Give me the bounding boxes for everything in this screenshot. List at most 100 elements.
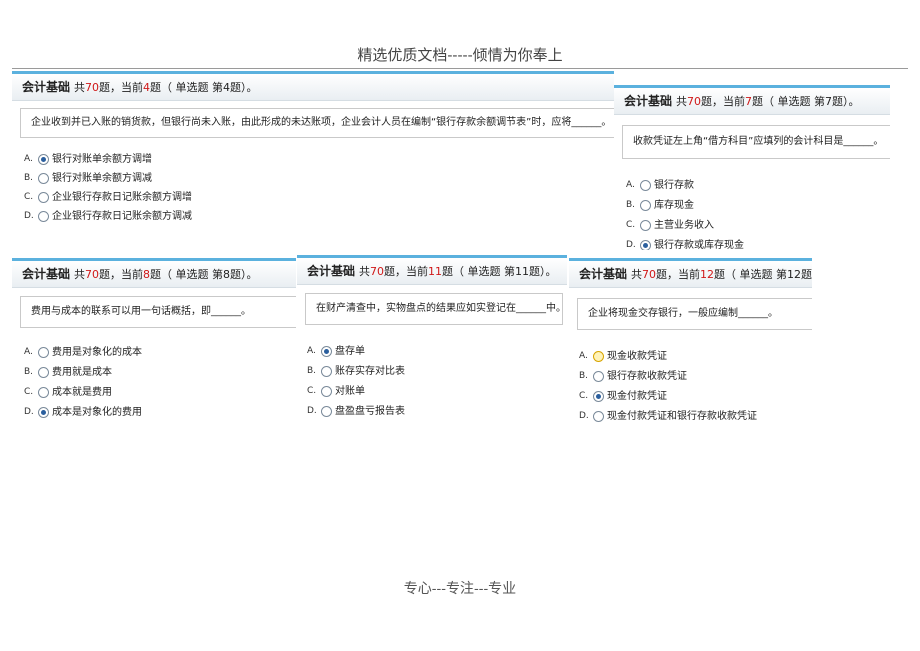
radio-icon[interactable] [38, 154, 49, 165]
option-letter: B. [626, 199, 636, 210]
option-label: 现金付款凭证 [607, 390, 667, 402]
subject-label: 会计基础 [579, 267, 628, 281]
radio-icon[interactable] [640, 179, 651, 191]
option-a[interactable]: A. 现金收款凭证 [579, 346, 812, 366]
option-b[interactable]: B. 银行存款收款凭证 [579, 366, 812, 386]
option-c[interactable]: C. 成本就是费用 [24, 382, 296, 402]
option-letter: D. [24, 211, 34, 221]
option-d[interactable]: D. 盘盈盘亏报告表 [307, 401, 567, 421]
total-prefix: 共 [676, 95, 688, 108]
total-suffix: 题，当前 [701, 95, 746, 108]
radio-icon[interactable] [321, 385, 332, 397]
subject-label: 会计基础 [22, 80, 71, 94]
panel-title: 会计基础 共70题，当前4题（ 单选题 第4题）。 [12, 74, 614, 101]
options-list: A. 银行存款 B. 库存现金 C. 主营业务收入 D. 银行存款或库存现金 [614, 175, 890, 250]
option-label: 银行存款收款凭证 [607, 370, 687, 382]
option-d[interactable]: D. 银行存款或库存现金 [626, 235, 890, 250]
option-a[interactable]: A. 银行对账单余额方调增 [24, 150, 614, 169]
current-suffix: 题（ 单选题 第7题）。 [752, 95, 860, 108]
radio-icon[interactable] [321, 345, 332, 357]
radio-icon[interactable] [593, 350, 604, 362]
option-d[interactable]: D. 企业银行存款日记账余额方调减 [24, 207, 614, 226]
option-letter: B. [24, 366, 34, 377]
current-number: 8 [143, 268, 151, 281]
radio-icon[interactable] [321, 405, 332, 417]
subject-label: 会计基础 [307, 264, 356, 278]
total-prefix: 共 [74, 81, 86, 94]
radio-icon[interactable] [38, 173, 49, 184]
option-d[interactable]: D. 现金付款凭证和银行存款收款凭证 [579, 406, 812, 426]
total-prefix: 共 [631, 268, 643, 281]
current-number: 12 [700, 268, 715, 281]
total-suffix: 题，当前 [384, 265, 429, 278]
radio-icon[interactable] [38, 192, 49, 203]
option-c[interactable]: C. 企业银行存款日记账余额方调增 [24, 188, 614, 207]
option-letter: D. [24, 406, 34, 417]
question-text: 费用与成本的联系可以用一句话概括，即______。 [20, 296, 296, 328]
total-suffix: 题，当前 [99, 268, 144, 281]
radio-icon[interactable] [640, 239, 651, 250]
option-c[interactable]: C. 现金付款凭证 [579, 386, 812, 406]
option-a[interactable]: A. 银行存款 [626, 175, 890, 195]
option-d[interactable]: D. 成本是对象化的费用 [24, 402, 296, 422]
radio-icon[interactable] [38, 346, 49, 358]
radio-icon[interactable] [593, 410, 604, 422]
current-number: 11 [428, 265, 443, 278]
radio-icon[interactable] [593, 390, 604, 402]
option-c[interactable]: C. 主营业务收入 [626, 215, 890, 235]
option-b[interactable]: B. 银行对账单余额方调减 [24, 169, 614, 188]
option-label: 现金收款凭证 [607, 350, 667, 362]
radio-icon[interactable] [38, 386, 49, 398]
option-letter: C. [24, 192, 34, 202]
total-count: 70 [85, 268, 100, 281]
radio-icon[interactable] [640, 199, 651, 211]
option-letter: C. [579, 390, 589, 401]
option-label: 银行存款或库存现金 [654, 239, 744, 251]
option-label: 库存现金 [654, 199, 694, 211]
option-c[interactable]: C. 对账单 [307, 381, 567, 401]
option-letter: A. [579, 350, 588, 361]
option-letter: D. [307, 405, 317, 416]
panel-title: 会计基础 共70题，当前8题（ 单选题 第8题）。 [12, 261, 296, 288]
options-list: A. 银行对账单余额方调增 B. 银行对账单余额方调减 C. 企业银行存款日记账余额方… [12, 150, 614, 226]
option-a[interactable]: A. 盘存单 [307, 341, 567, 361]
option-b[interactable]: B. 费用就是成本 [24, 362, 296, 382]
radio-icon[interactable] [593, 370, 604, 382]
option-label: 账存实存对比表 [335, 365, 405, 377]
option-label: 成本就是费用 [52, 386, 112, 398]
option-a[interactable]: A. 费用是对象化的成本 [24, 342, 296, 362]
option-label: 盘存单 [335, 345, 365, 357]
panel-title: 会计基础共70题，当前12题（ 单选题 第12题）。 [569, 261, 812, 288]
panel-title: 会计基础 共70题，当前11题（ 单选题 第11题）。 [297, 258, 567, 285]
header-divider [12, 68, 908, 69]
option-letter: C. [307, 385, 317, 396]
panel-title: 会计基础 共70题，当前7题（ 单选题 第7题）。 [614, 88, 890, 115]
current-number: 7 [745, 95, 753, 108]
question-text: 企业将现金交存银行，一般应编制______。 [577, 298, 812, 330]
option-b[interactable]: B. 库存现金 [626, 195, 890, 215]
option-b[interactable]: B. 账存实存对比表 [307, 361, 567, 381]
option-letter: A. [307, 345, 316, 356]
option-letter: C. [24, 386, 34, 397]
option-letter: A. [626, 179, 635, 190]
option-letter: D. [579, 410, 589, 421]
radio-icon[interactable] [38, 406, 49, 418]
total-count: 70 [642, 268, 657, 281]
option-label: 主营业务收入 [654, 219, 714, 231]
option-label: 对账单 [335, 385, 365, 397]
option-label: 费用就是成本 [52, 366, 112, 378]
total-suffix: 题，当前 [99, 81, 144, 94]
options-list: A. 费用是对象化的成本 B. 费用就是成本 C. 成本就是费用 D. 成本是对象化的费… [12, 342, 296, 422]
total-prefix: 共 [74, 268, 86, 281]
radio-icon[interactable] [321, 365, 332, 377]
option-letter: A. [24, 154, 33, 164]
current-number: 4 [143, 81, 151, 94]
radio-icon[interactable] [640, 219, 651, 231]
radio-icon[interactable] [38, 366, 49, 378]
option-label: 银行存款 [654, 179, 694, 191]
option-letter: C. [626, 219, 636, 230]
options-list: A. 现金收款凭证 B. 银行存款收款凭证 C. 现金付款凭证 D. 现金付款凭证和银行… [569, 346, 812, 426]
question-text: 在财产清查中，实物盘点的结果应如实登记在______中。 [305, 293, 563, 325]
radio-icon[interactable] [38, 211, 49, 222]
options-list: A. 盘存单 B. 账存实存对比表 C. 对账单 D. 盘盈盘亏报告表 [297, 341, 567, 421]
